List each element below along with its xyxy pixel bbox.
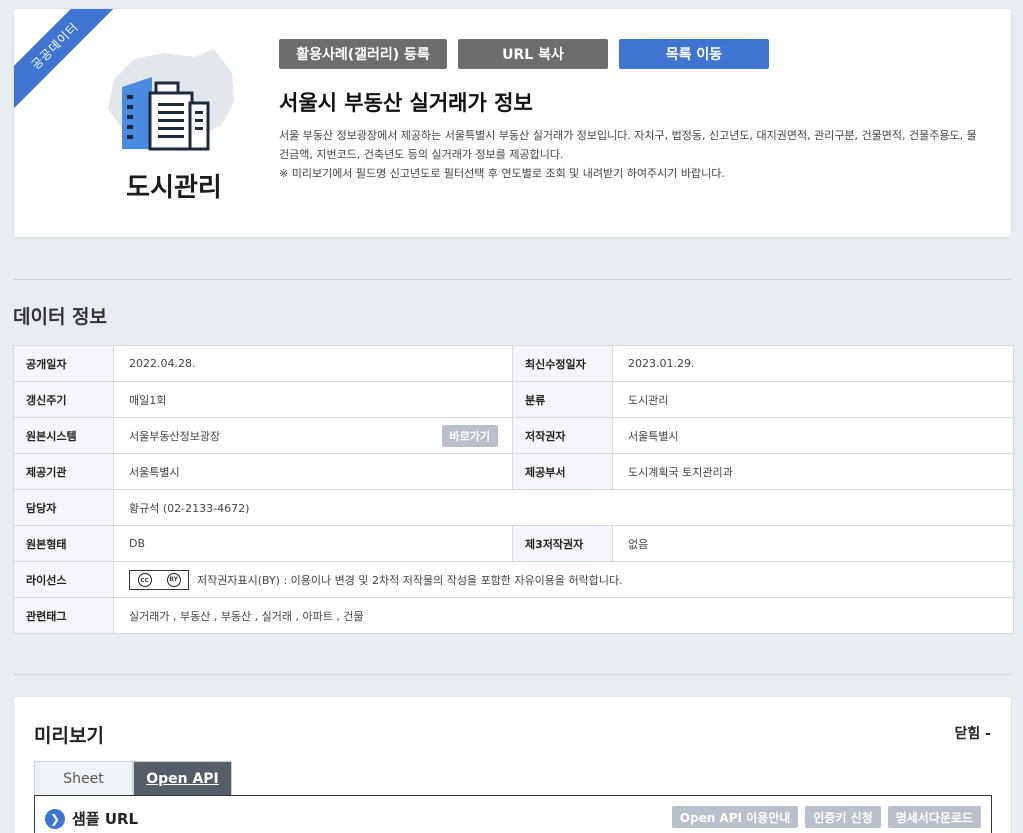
description-line: 건금액, 지번코드, 건축년도 등의 실거래가 정보를 제공합니다. (279, 148, 564, 161)
table-row: 관련태그 실거래가 , 부동산 , 부동산 , 실거래 , 아파트 , 건물 (13, 597, 1014, 634)
table-row: 갱신주기 매일1회 분류 도시관리 (13, 381, 1014, 418)
copyright-holder-value: 서울특별시 (612, 417, 1014, 454)
source-system-value: 서울부동산정보광장 (129, 429, 221, 443)
category-title: 도시관리 (126, 173, 222, 203)
section-divider (13, 674, 1012, 675)
table-row: 원본시스템 서울부동산정보광장 바로가기 저작권자 서울특별시 (13, 417, 1014, 454)
dataset-description: 서울 부동산 정보광장에서 제공하는 서울특별시 부동산 실거래가 정보입니다.… (279, 126, 979, 183)
preview-close-toggle[interactable]: 닫힘 - (955, 723, 991, 743)
cc-icon: cc (137, 572, 152, 587)
table-row: 원본형태 DB 제3저작권자 없음 (13, 525, 1014, 562)
category-label: 분류 (512, 381, 613, 418)
original-format-value: DB (113, 525, 513, 562)
department-label: 제공부서 (512, 453, 613, 490)
provider-label: 제공기관 (13, 453, 114, 490)
tab-sheet[interactable]: Sheet (34, 761, 133, 795)
update-cycle-value: 매일1회 (113, 381, 513, 418)
city-buildings-icon (108, 49, 234, 151)
auth-key-request-button[interactable]: 인증키 신청 (805, 806, 881, 828)
license-cell: cc BY 저작권자표시(BY) : 이용이나 변경 및 2차적 저작물의 작성… (113, 561, 1014, 598)
description-line: 서울 부동산 정보광장에서 제공하는 서울특별시 부동산 실거래가 정보입니다.… (279, 129, 977, 142)
provider-value: 서울특별시 (113, 453, 513, 490)
source-system-cell: 서울부동산정보광장 바로가기 (113, 417, 513, 454)
table-row: 담당자 황규석 (02-2133-4672) (13, 489, 1014, 526)
preview-card: 미리보기 닫힘 - Sheet Open API ❯ 샘플 URL Open A… (13, 696, 1012, 833)
attribution-icon: BY (166, 572, 181, 587)
table-row: 공개일자 2022.04.28. 최신수정일자 2023.01.29. (13, 345, 1014, 382)
sample-url-label: 샘플 URL (72, 810, 139, 828)
go-to-list-button[interactable]: 목록 이동 (619, 39, 769, 69)
tab-open-api[interactable]: Open API (133, 761, 232, 795)
data-info-table: 공개일자 2022.04.28. 최신수정일자 2023.01.29. 갱신주기… (13, 345, 1014, 634)
license-value: 저작권자표시(BY) : 이용이나 변경 및 2차적 저작물의 작성을 포함한 … (197, 573, 623, 587)
api-action-buttons: Open API 이용안내 인증키 신청 명세서다운로드 (671, 806, 981, 828)
license-label: 라이선스 (13, 561, 114, 598)
updated-date-value: 2023.01.29. (612, 345, 1014, 382)
related-tags-value: 실거래가 , 부동산 , 부동산 , 실거래 , 아파트 , 건물 (113, 597, 1014, 634)
go-to-source-button[interactable]: 바로가기 (441, 424, 498, 447)
header-action-buttons: 활용사례(갤러리) 등록 URL 복사 목록 이동 (279, 39, 769, 69)
contact-value: 황규석 (02-2133-4672) (113, 489, 1014, 526)
original-format-label: 원본형태 (13, 525, 114, 562)
cc-by-license-icon: cc BY (129, 569, 189, 590)
third-party-copyright-label: 제3저작권자 (512, 525, 613, 562)
table-row: 제공기관 서울특별시 제공부서 도시계획국 토지관리과 (13, 453, 1014, 490)
copyright-holder-label: 저작권자 (512, 417, 613, 454)
category-thumbnail: 도시관리 (94, 39, 254, 219)
preview-tabs: Sheet Open API (34, 761, 232, 795)
source-system-label: 원본시스템 (13, 417, 114, 454)
url-copy-button[interactable]: URL 복사 (458, 39, 608, 69)
published-date-value: 2022.04.28. (113, 345, 513, 382)
contact-label: 담당자 (13, 489, 114, 526)
preview-title: 미리보기 (34, 725, 104, 747)
category-value: 도시관리 (612, 381, 1014, 418)
related-tags-label: 관련태그 (13, 597, 114, 634)
updated-date-label: 최신수정일자 (512, 345, 613, 382)
gallery-register-button[interactable]: 활용사례(갤러리) 등록 (279, 39, 447, 69)
table-row: 라이선스 cc BY 저작권자표시(BY) : 이용이나 변경 및 2차적 저작… (13, 561, 1014, 598)
sample-url-heading: ❯ 샘플 URL (45, 808, 138, 829)
description-notice: ※ 미리보기에서 필드명 신고년도로 필터선택 후 연도별로 조회 및 내려받기… (279, 167, 725, 180)
data-info-title: 데이터 정보 (13, 306, 108, 328)
open-api-panel: ❯ 샘플 URL Open API 이용안내 인증키 신청 명세서다운로드 (34, 795, 992, 833)
third-party-copyright-value: 없음 (612, 525, 1014, 562)
dataset-header-card: 공공데이터 도시관리 활용사례(갤러리) 등록 URL 복사 목록 이동 서울시… (13, 8, 1012, 238)
open-api-guide-button[interactable]: Open API 이용안내 (671, 806, 799, 828)
update-cycle-label: 갱신주기 (13, 381, 114, 418)
section-divider (13, 279, 1012, 280)
chevron-right-icon: ❯ (45, 808, 65, 829)
published-date-label: 공개일자 (13, 345, 114, 382)
department-value: 도시계획국 토지관리과 (612, 453, 1014, 490)
spec-download-button[interactable]: 명세서다운로드 (887, 806, 981, 828)
dataset-title: 서울시 부동산 실거래가 정보 (279, 91, 533, 115)
